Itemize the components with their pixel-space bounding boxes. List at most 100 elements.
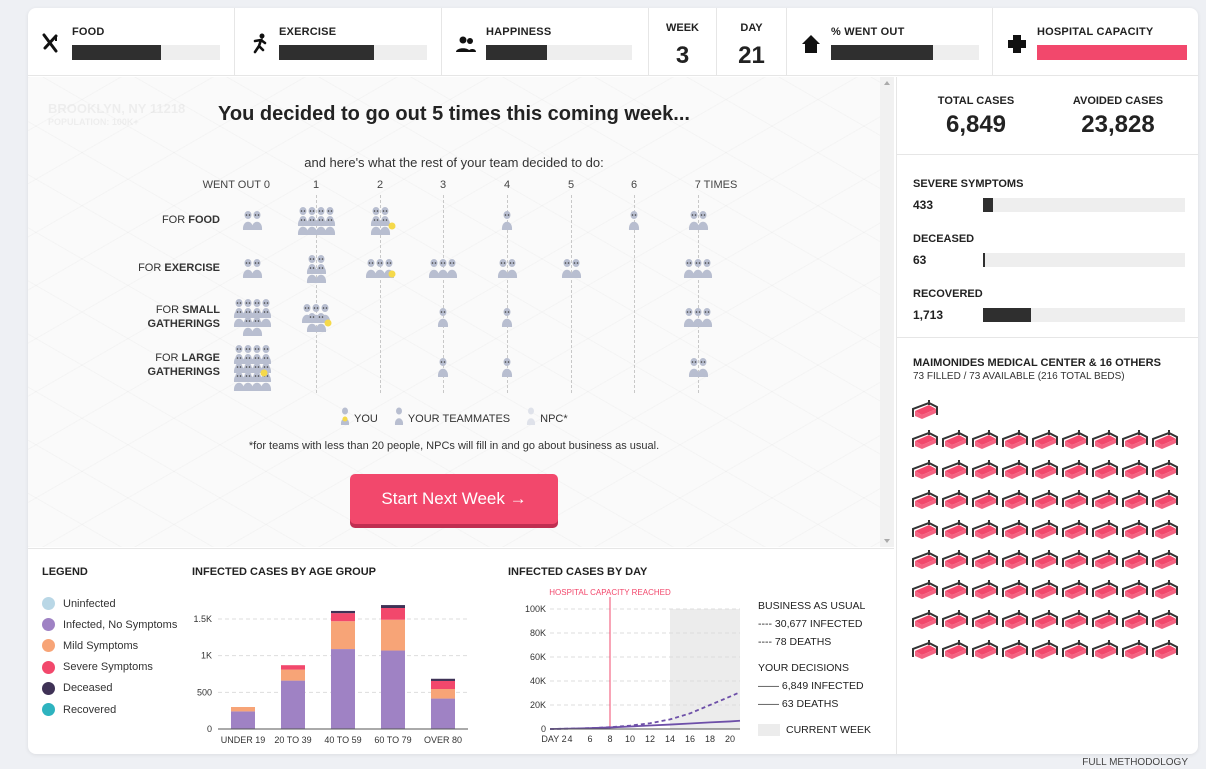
hospital-bed-icon <box>1092 550 1118 569</box>
bar-segment <box>331 610 355 614</box>
week-label: WEEK <box>666 22 699 34</box>
teammate-figure-icon <box>394 407 403 425</box>
your-decisions-title: YOUR DECISIONS <box>758 662 850 674</box>
npc-footnote: *for teams with less than 20 people, NPC… <box>248 440 660 452</box>
went-out-stat: % WENT OUT <box>787 8 993 76</box>
hospital-bed-icon <box>972 430 998 449</box>
teammate-figure <box>570 259 581 278</box>
hospital-bed-icon <box>1062 580 1088 599</box>
x-tick-label: 16 <box>685 734 695 744</box>
food-stat: FOOD <box>28 8 235 76</box>
hospital-bed-icon <box>1092 580 1118 599</box>
teammate-figure <box>251 211 262 230</box>
full-methodology-link[interactable]: FULL METHODOLOGY <box>1082 757 1188 768</box>
hospital-bed-icon <box>1002 640 1028 659</box>
x-tick-label: DAY 2 <box>541 734 566 744</box>
hospital-bed-icon <box>1002 520 1028 539</box>
runner-icon <box>253 33 267 54</box>
column-label: WENT OUT 0 <box>202 179 270 191</box>
hospital-bed-icon <box>1092 520 1118 539</box>
status-legend: Uninfected Infected, No Symptoms Mild Symp… <box>42 593 177 720</box>
y-tick-label: 500 <box>197 687 212 697</box>
teammate-figure <box>628 211 640 230</box>
current-week-swatch <box>758 724 780 736</box>
y-tick-label: 0 <box>541 724 546 734</box>
x-tick-label: 6 <box>587 734 592 744</box>
legend-item: Recovered <box>42 699 177 720</box>
bar-segment <box>431 698 455 729</box>
hospital-bed-icon <box>1122 550 1148 569</box>
bar-segment <box>331 621 355 650</box>
start-next-week-button[interactable]: Start Next Week → <box>350 474 558 524</box>
avoided-cases-value: 23,828 <box>1081 111 1155 138</box>
utensils-icon <box>42 33 58 53</box>
hospital-bed-icon <box>942 520 968 539</box>
bar-segment <box>231 707 255 712</box>
daily-cases-chart: 0 20K 40K 60K 80K 100K DAY 2 4 6 8 10 12 14 16 18 20 HOS… <box>525 588 741 744</box>
column-label: 5 <box>567 179 575 191</box>
legend-item: Mild Symptoms <box>42 635 177 656</box>
y-tick-label: 1.5K <box>193 614 212 624</box>
hospital-bed-icon <box>1062 640 1088 659</box>
x-tick-label: 60 TO 79 <box>374 735 411 745</box>
hospital-bed-icon <box>1122 640 1148 659</box>
team-decisions-panel: BROOKLYN, NY 11218 POPULATION: 100K+ You… <box>28 77 894 547</box>
hospital-bed-icon <box>912 580 938 599</box>
recovered-stat: RECOVERED 1,713 <box>913 288 1185 322</box>
deceased-stat: DECEASED 63 <box>913 233 1185 267</box>
hospital-bed-icon <box>1092 490 1118 509</box>
case-totals: TOTAL CASES 6,849 AVOIDED CASES 23,828 <box>897 77 1198 155</box>
people-icon <box>456 36 476 52</box>
teammate-figure <box>501 308 513 327</box>
hospital-bed-icon <box>1092 460 1118 479</box>
exercise-stat: EXERCISE <box>235 8 442 76</box>
y-tick-label: 1K <box>201 651 212 661</box>
bar-segment <box>381 650 405 729</box>
hospital-bed-icon <box>912 520 938 539</box>
scroll-up-icon[interactable] <box>884 81 890 85</box>
y-tick-label: 20K <box>530 700 546 710</box>
legend-swatch <box>42 639 55 653</box>
hospital-bed-icon <box>1122 580 1148 599</box>
teammate-figure <box>437 358 449 377</box>
hospital-bed-icon <box>942 640 968 659</box>
column-label: 6 <box>630 179 638 191</box>
went-out-label: % WENT OUT <box>831 26 905 38</box>
bar-segment <box>231 711 255 729</box>
day-value: 21 <box>738 42 765 69</box>
went-out-meter <box>831 45 979 60</box>
main-scrollbar[interactable] <box>880 77 894 547</box>
teammate-figure <box>446 259 458 278</box>
hospital-bed-icon <box>1092 430 1118 449</box>
x-tick-label: 40 TO 59 <box>324 735 361 745</box>
page-title: You decided to go out 5 times this comin… <box>218 103 690 125</box>
hospital-bed-icon <box>1122 520 1148 539</box>
hospital-bed-icon <box>1062 460 1088 479</box>
bar-segment <box>431 689 455 699</box>
week-value: 3 <box>675 42 690 69</box>
hospital-bed-icon <box>1122 490 1148 509</box>
day-label: DAY <box>740 22 763 34</box>
teammate-figure <box>437 308 449 327</box>
bau-deaths: ---- 78 DEATHS <box>758 636 832 648</box>
hospital-bed-icon <box>912 490 938 509</box>
hospital-bed-icon <box>972 580 998 599</box>
scroll-down-icon[interactable] <box>884 539 890 543</box>
food-meter <box>72 45 220 60</box>
total-cases: TOTAL CASES 6,849 <box>911 95 1041 139</box>
hospital-capacity-meter <box>1037 45 1187 60</box>
hospital-beds-summary: 73 FILLED / 73 AVAILABLE (216 TOTAL BEDS… <box>913 371 1125 382</box>
hospital-bed-icon <box>1152 430 1178 449</box>
happiness-meter <box>486 45 632 60</box>
hospital-bed-icon <box>1062 520 1088 539</box>
legend-swatch <box>42 597 55 611</box>
hospital-bed-icon <box>1152 520 1178 539</box>
legend-you: YOU <box>340 407 378 425</box>
happiness-label: HAPPINESS <box>486 26 552 38</box>
x-tick-label: 10 <box>625 734 635 744</box>
day-chart-title: INFECTED CASES BY DAY <box>508 566 648 578</box>
teammate-figure <box>501 358 513 377</box>
y-tick-label: 60K <box>530 652 546 662</box>
hospital-bed-icon <box>1122 610 1148 629</box>
hospital-bed-icon <box>1062 430 1088 449</box>
